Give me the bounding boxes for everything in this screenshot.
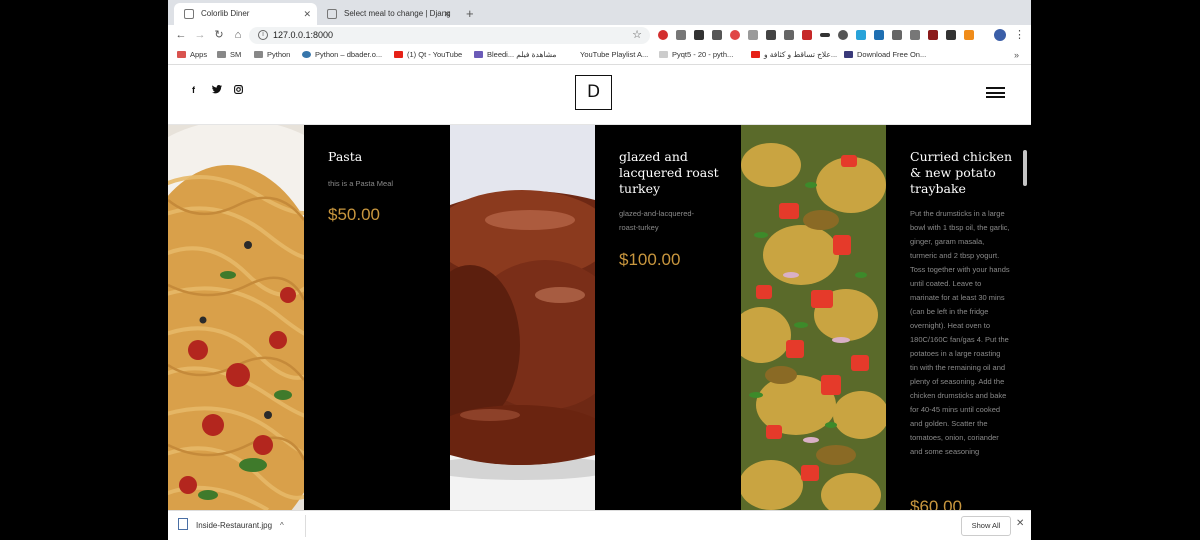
show-all-button[interactable]: Show All [961,516,1011,536]
site-info-icon[interactable]: i [258,30,268,40]
bookmark-python-folder[interactable]: Python [254,46,290,64]
pointer-extension-icon[interactable] [694,30,704,40]
bookmark-youtube-playlist[interactable]: YouTube Playlist A... [567,46,648,64]
folder-icon [254,51,263,58]
w-extension-icon[interactable] [802,30,812,40]
bookmark-download-free[interactable]: Download Free On... [844,46,926,64]
url-text: 127.0.0.1:8000 [273,30,334,40]
play-extension-icon[interactable] [964,30,974,40]
image-file-icon [178,518,188,530]
bookmark-apps[interactable]: Apps [177,46,207,64]
facebook-icon[interactable]: f [192,85,195,95]
traybake-image [741,125,886,510]
red-circle-extension-icon[interactable] [730,30,740,40]
site-header: f D [168,65,1031,125]
browser-toolbar: ← → ↻ ⌂ i 127.0.0.1:8000 ☆ ⋮ [168,25,1031,46]
youtube-icon [751,51,760,58]
reload-icon[interactable]: ↻ [212,28,226,42]
divider [305,515,306,537]
dish-description: this is a Pasta Meal [328,179,394,188]
arrow-down-extension-icon[interactable] [856,30,866,40]
dish-name: Pasta [328,149,363,164]
bookmark-b-icon [844,51,853,58]
close-icon[interactable]: ✕ [1016,518,1024,529]
menu-item-roast-turkey[interactable]: glazed and lacquered roast turkey glazed… [595,125,741,510]
dash-extension-icon[interactable] [820,33,830,37]
page-icon [659,51,668,58]
dark-extension-icon[interactable] [784,30,794,40]
bookmark-bleedi[interactable]: Bleedi... مشاهدة فيلم [474,46,556,64]
profile-avatar[interactable] [994,29,1006,41]
site-icon [474,51,483,58]
bookmark-star-icon[interactable]: ☆ [632,27,642,44]
bookmark-pyqt5[interactable]: Pyqt5 - 20 - pyth... [659,46,733,64]
recycle-extension-icon[interactable] [676,30,686,40]
turkey-image [450,125,595,510]
apps-grid-icon [177,51,186,58]
blue-extension-icon[interactable] [874,30,884,40]
forward-arrow-icon[interactable]: → [193,28,207,42]
p-extension-icon[interactable] [766,30,776,40]
folder-icon [217,51,226,58]
menu-item-curried-chicken[interactable]: Curried chicken & new potato traybake Pu… [886,125,1023,510]
instagram-icon[interactable] [234,85,243,96]
hamburger-menu-icon[interactable] [986,87,1005,98]
bookmark-qt-youtube[interactable]: (1) Qt - YouTube [394,46,462,64]
tab-colorlib-diner[interactable]: Colorlib Diner ✕ [174,3,317,25]
download-extension-icon[interactable] [892,30,902,40]
tab-title: Select meal to change | Djang [344,9,451,18]
dish-name: Curried chicken & new potato traybake [910,149,1013,196]
menu-section: Pasta this is a Pasta Meal $50.00 glazed… [168,125,1031,510]
site-logo[interactable]: D [575,75,612,110]
new-tab-icon[interactable]: + [466,4,474,24]
download-item[interactable]: Inside-Restaurant.jpg ^ [178,515,284,537]
bookmark-sm[interactable]: SM [217,46,241,64]
page-favicon-icon [327,9,337,19]
dish-name: glazed and lacquered roast turkey [619,149,719,196]
adblock-extension-icon[interactable] [658,30,668,40]
page-icon [567,51,576,58]
dish-price: $60.00 [910,497,962,510]
tab-select-meal[interactable]: Select meal to change | Djang ✕ [317,3,457,25]
dish-price: $100.00 [619,250,681,269]
page-favicon-icon [184,9,194,19]
python-icon [302,51,311,58]
home-icon[interactable]: ⌂ [231,28,245,42]
bookmark-dbader[interactable]: Python – dbader.o... [302,46,382,64]
close-tab-icon[interactable]: ✕ [443,3,451,25]
download-shelf: Inside-Restaurant.jpg ^ Show All ✕ [168,510,1031,540]
browser-window: Colorlib Diner ✕ Select meal to change |… [168,0,1031,540]
page-scrollbar[interactable] [1023,150,1027,186]
formula-extension-icon[interactable] [712,30,722,40]
bookmarks-bar: Apps SM Python Python – dbader.o... (1) … [168,46,1031,65]
chevron-up-icon[interactable]: ^ [280,521,284,530]
download-filename: Inside-Restaurant.jpg [196,521,273,530]
cloud-extension-icon[interactable] [748,30,758,40]
grid-extension-icon[interactable] [910,30,920,40]
dish-description: Put the drumsticks in a large bowl with … [910,209,1010,456]
back-arrow-icon[interactable]: ← [174,28,188,42]
menu-item-pasta[interactable]: Pasta this is a Pasta Meal $50.00 [304,125,450,510]
square-extension-icon[interactable] [928,30,938,40]
gear-extension-icon[interactable] [838,30,848,40]
dish-price: $50.00 [328,205,380,224]
bookmark-arabic[interactable]: علاج تساقط و كثافة و... [751,46,837,64]
dish-description: glazed-and-lacquered-roast-turkey [619,209,695,232]
tab-title: Colorlib Diner [201,9,250,18]
address-bar[interactable]: i 127.0.0.1:8000 ☆ [249,27,650,44]
pasta-image [168,125,304,510]
more-bookmarks-icon[interactable]: » [1014,46,1019,64]
more-menu-icon[interactable]: ⋮ [1014,28,1025,42]
twitter-icon[interactable] [212,85,222,96]
download-arrow-extension-icon[interactable] [946,30,956,40]
youtube-icon [394,51,403,58]
close-tab-icon[interactable]: ✕ [303,3,311,25]
tab-strip: Colorlib Diner ✕ Select meal to change |… [168,0,1031,25]
